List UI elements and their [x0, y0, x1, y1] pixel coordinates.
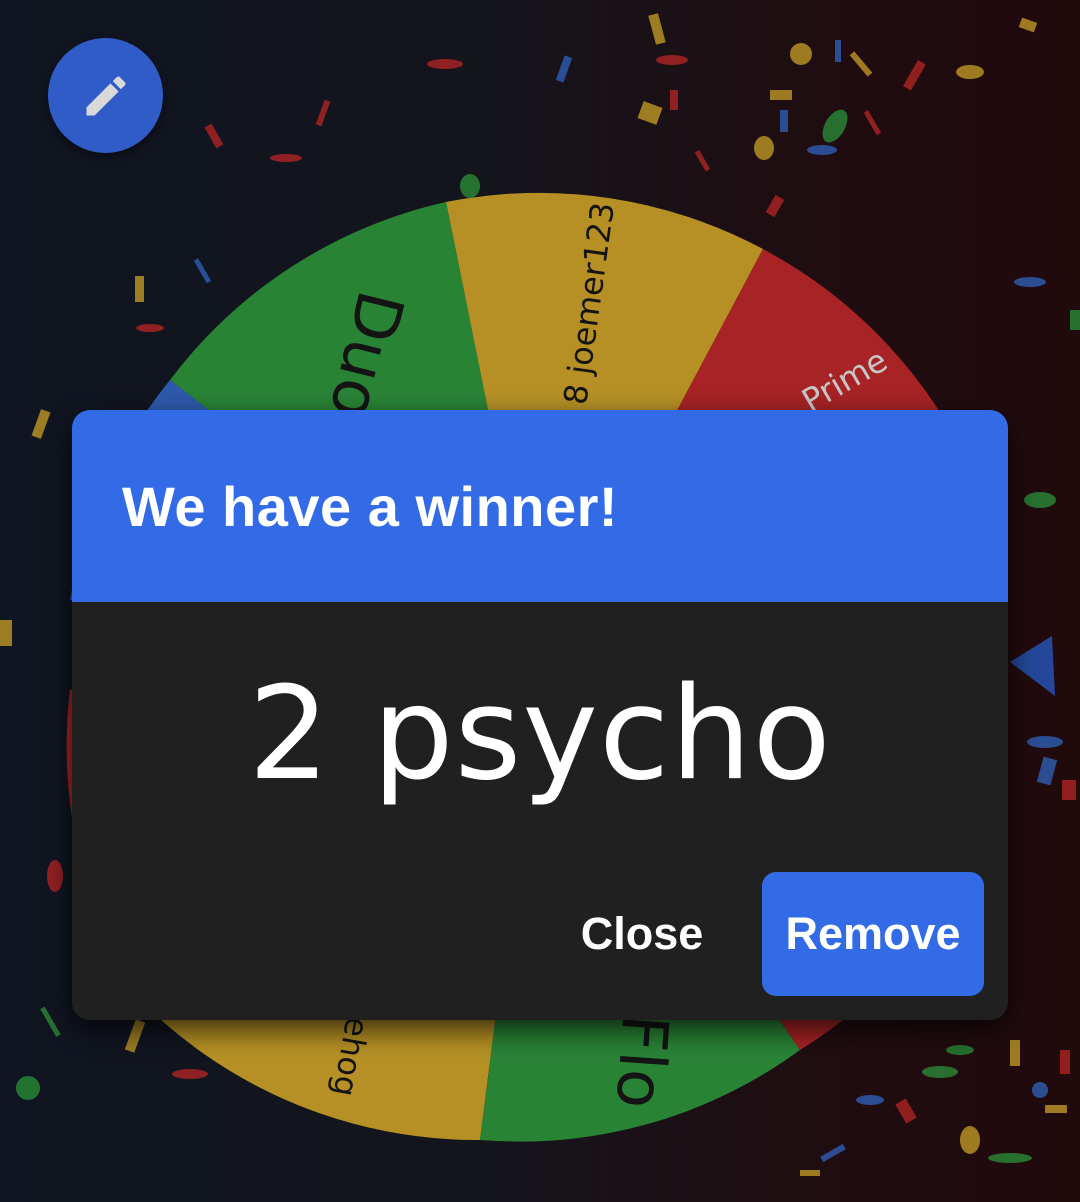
close-button[interactable]: Close: [562, 872, 722, 996]
winner-dialog: We have a winner! 2 psycho Close Remove: [72, 410, 1008, 1020]
edit-button[interactable]: [48, 38, 163, 153]
remove-button[interactable]: Remove: [762, 872, 984, 996]
dialog-title: We have a winner!: [122, 475, 619, 538]
dialog-header: We have a winner!: [72, 410, 1008, 602]
pencil-icon: [86, 75, 126, 115]
winner-name: 2 psycho: [248, 660, 832, 809]
